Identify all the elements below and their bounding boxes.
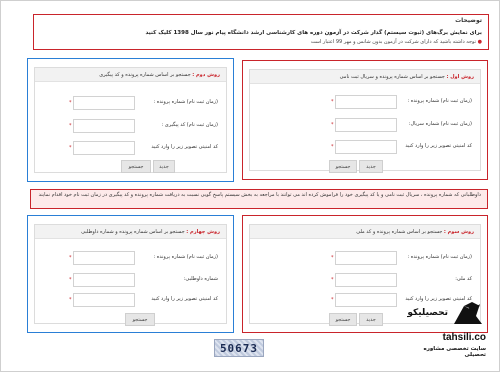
- search-button[interactable]: جستجو: [329, 313, 357, 326]
- method-three-label: روش سوم :: [443, 229, 474, 235]
- method-two-desc: جستجو بر اساس شماره پرونده و کد پیگیری: [99, 72, 191, 78]
- method-two-panel: روش دوم : جستجو بر اساس شماره پرونده و ک…: [27, 58, 234, 182]
- new-captcha-button[interactable]: جدید: [359, 160, 383, 173]
- brand-subtitle: سایت تخصصی مشاوره تحصیلی: [423, 346, 486, 358]
- method-one-header: روش اول : جستجو بر اساس شماره پرونده و س…: [250, 70, 480, 84]
- file-number-label: (زمان ثبت نام) شماره پرونده :: [153, 254, 218, 260]
- method-two-form: روش دوم : جستجو بر اساس شماره پرونده و ک…: [34, 67, 227, 173]
- brand-site[interactable]: tahsili.co: [443, 332, 486, 343]
- serial-row: (زمان ثبت نام) شماره سریال: *: [258, 118, 472, 132]
- file-number-label: (زمان ثبت نام) شماره پرونده :: [407, 98, 472, 104]
- serial-label: (زمان ثبت نام) شماره سریال:: [408, 121, 472, 127]
- captcha-label: کد امنیتی تصویر زیر را وارد کنید: [151, 144, 218, 150]
- notice-note-text: توجه داشته باشید که دارای شرکت در آزمون …: [310, 39, 477, 45]
- file-number-row: (زمان ثبت نام) شماره پرونده : *: [258, 251, 472, 265]
- candidate-number-input[interactable]: *: [69, 273, 135, 287]
- method-four-header: روش چهارم : جستجو بر اساس شماره پرونده و…: [35, 225, 226, 239]
- file-number-input[interactable]: *: [69, 96, 135, 110]
- notice-title: توضیحات: [455, 17, 482, 24]
- tracking-row: (زمان ثبت نام) کد پیگیری : *: [43, 119, 218, 133]
- method-three-header: روش سوم : جستجو بر اساس شماره پرونده و ک…: [250, 225, 480, 239]
- brand-logo: تحصیلیکو tahsili.co سایت تخصصی مشاوره تح…: [407, 296, 488, 358]
- method-three-desc: جستجو بر اساس شماره پرونده و کد ملی: [356, 229, 443, 235]
- national-id-row: کد ملی: *: [258, 273, 472, 287]
- brand-name: تحصیلیکو: [407, 308, 448, 318]
- method-one-label: روش اول :: [446, 74, 474, 80]
- captcha-row: کد امنیتی تصویر زیر را وارد کنید *: [43, 141, 218, 155]
- method-four-label: روش چهارم :: [186, 229, 220, 235]
- forgot-info-alert: داوطلبانی که شماره پرونده ، سریال ثبت نا…: [30, 189, 488, 209]
- search-button[interactable]: جستجو: [125, 313, 155, 326]
- captcha-row: کد امنیتی تصویر زیر را وارد کنید *: [43, 293, 218, 307]
- national-id-input[interactable]: *: [331, 273, 397, 287]
- tracking-label: (زمان ثبت نام) کد پیگیری :: [161, 122, 219, 128]
- notice-box: توضیحات برای نمایش برگ‌های (ثبوت سیستم) …: [33, 14, 489, 50]
- file-number-row: (زمان ثبت نام) شماره پرونده : *: [258, 95, 472, 109]
- method-four-form: روش چهارم : جستجو بر اساس شماره پرونده و…: [34, 224, 227, 326]
- new-captcha-button[interactable]: جدید: [153, 160, 175, 173]
- notice-link[interactable]: برای نمایش برگ‌های (ثبوت سیستم) گذار شرک…: [40, 30, 482, 36]
- file-number-label: (زمان ثبت نام) شماره پرونده :: [153, 99, 218, 105]
- file-number-row: (زمان ثبت نام) شماره پرونده : *: [43, 96, 218, 110]
- captcha-input[interactable]: *: [69, 293, 135, 307]
- captcha-input[interactable]: *: [331, 293, 397, 307]
- file-number-input[interactable]: *: [69, 251, 135, 265]
- method-four-panel: روش چهارم : جستجو بر اساس شماره پرونده و…: [27, 215, 234, 333]
- captcha-row: کد امنیتی تصویر زیر را وارد کنید *: [258, 140, 472, 154]
- captcha-input[interactable]: *: [331, 140, 397, 154]
- graduate-figure-icon: [454, 302, 482, 324]
- captcha-input[interactable]: *: [69, 141, 135, 155]
- search-button[interactable]: جستجو: [329, 160, 357, 173]
- candidate-number-row: شماره داوطلبی: *: [43, 273, 218, 287]
- file-number-row: (زمان ثبت نام) شماره پرونده : *: [43, 251, 218, 265]
- notice-note: ● توجه داشته باشید که دارای شرکت در آزمو…: [310, 39, 482, 45]
- captcha-label: کد امنیتی تصویر زیر را وارد کنید: [405, 143, 472, 149]
- national-id-label: کد ملی:: [455, 276, 472, 282]
- tracking-input[interactable]: *: [69, 119, 135, 133]
- method-one-panel: روش اول : جستجو بر اساس شماره پرونده و س…: [242, 60, 488, 180]
- method-one-desc: جستجو بر اساس شماره پرونده و سریال ثبت ن…: [339, 74, 445, 80]
- search-button[interactable]: جستجو: [121, 160, 151, 173]
- method-two-header: روش دوم : جستجو بر اساس شماره پرونده و ک…: [35, 68, 226, 82]
- file-number-input[interactable]: *: [331, 251, 397, 265]
- candidate-number-label: شماره داوطلبی:: [183, 276, 218, 282]
- new-captcha-button[interactable]: جدید: [359, 313, 383, 326]
- file-number-input[interactable]: *: [331, 95, 397, 109]
- method-four-desc: جستجو بر اساس شماره پرونده و شماره داوطل…: [81, 229, 185, 235]
- file-number-label: (زمان ثبت نام) شماره پرونده :: [407, 254, 472, 260]
- captcha-label: کد امنیتی تصویر زیر را وارد کنید: [151, 296, 218, 302]
- method-two-label: روش دوم :: [192, 72, 220, 78]
- serial-input[interactable]: *: [331, 118, 397, 132]
- method-one-form: روش اول : جستجو بر اساس شماره پرونده و س…: [249, 69, 481, 173]
- captcha-image: 50673: [214, 339, 264, 357]
